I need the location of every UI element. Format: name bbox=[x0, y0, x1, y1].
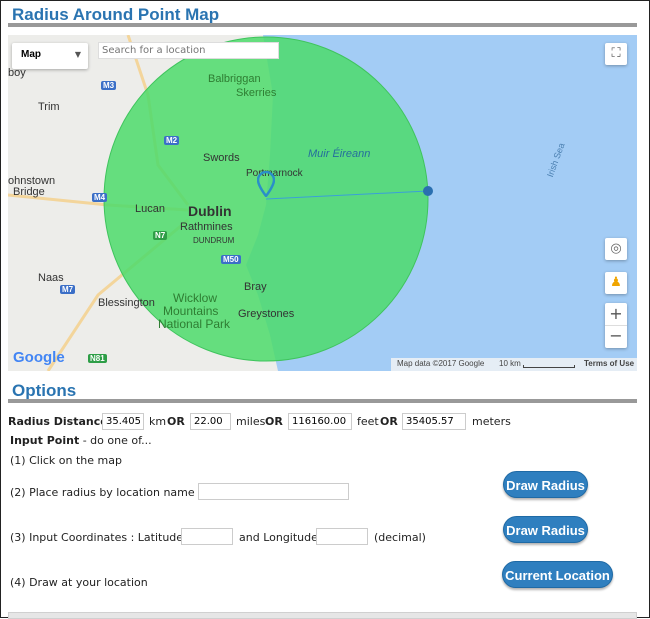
step3-text: (3) Input Coordinates : Latitude bbox=[10, 531, 184, 544]
map-label: Skerries bbox=[236, 87, 277, 99]
google-logo: Google bbox=[13, 349, 65, 366]
km-input[interactable] bbox=[102, 413, 144, 430]
longitude-input[interactable] bbox=[316, 528, 368, 545]
map-label: Lucan bbox=[135, 203, 165, 215]
map-label: Balbriggan bbox=[208, 73, 261, 85]
road-shield: M4 bbox=[92, 193, 108, 202]
or-label: OR bbox=[265, 415, 283, 428]
feet-label: feet bbox=[357, 415, 379, 428]
location-name-input[interactable] bbox=[198, 483, 349, 500]
map-label: Bridge bbox=[13, 186, 45, 198]
meters-input[interactable] bbox=[402, 413, 466, 430]
map-type-value: Map bbox=[21, 49, 41, 60]
or-label: OR bbox=[167, 415, 185, 428]
map-label: National Park bbox=[158, 317, 231, 331]
input-point-hint: - do one of... bbox=[79, 434, 152, 447]
map-search-input[interactable] bbox=[98, 42, 279, 59]
meters-label: meters bbox=[472, 415, 511, 428]
road-shield: M7 bbox=[60, 285, 76, 294]
draw-radius-by-name-button[interactable]: Draw Radius bbox=[503, 471, 588, 498]
road-shield: M3 bbox=[101, 81, 117, 90]
draw-radius-by-coordinates-button[interactable]: Draw Radius bbox=[503, 516, 588, 543]
input-point-heading: Input Point - do one of... bbox=[10, 434, 152, 447]
options-title: Options bbox=[12, 381, 77, 400]
input-point-label: Input Point bbox=[10, 434, 80, 447]
fullscreen-icon[interactable]: ⛶ bbox=[605, 43, 627, 65]
road-shield: M2 bbox=[164, 136, 180, 145]
map-label: Mountains bbox=[163, 304, 219, 318]
road-shield: N7 bbox=[153, 231, 168, 240]
map-label: Bray bbox=[244, 281, 267, 293]
map-footer: Map data ©2017 Google 10 km Terms of Use bbox=[391, 358, 637, 371]
map-type-select[interactable]: Map ▼ bbox=[12, 43, 88, 69]
terms-link[interactable]: Terms of Use bbox=[584, 359, 634, 368]
location-marker-icon[interactable] bbox=[257, 171, 275, 197]
map-label: Naas bbox=[38, 272, 64, 284]
and-longitude-label: and Longitude bbox=[239, 531, 318, 544]
map-label: Greystones bbox=[238, 308, 295, 320]
street-view-pegman-icon[interactable]: ♟ bbox=[605, 272, 627, 294]
map-attribution: Map data ©2017 Google bbox=[397, 359, 485, 368]
options-divider bbox=[8, 399, 637, 403]
page-title: Radius Around Point Map bbox=[12, 5, 220, 24]
map-label: Dublin bbox=[188, 203, 232, 219]
feet-input[interactable] bbox=[288, 413, 352, 430]
my-location-icon[interactable]: ◎ bbox=[605, 238, 627, 260]
zoom-control: + − bbox=[605, 303, 627, 348]
road-shield: M50 bbox=[221, 255, 241, 264]
map-label: Swords bbox=[203, 152, 240, 164]
latitude-input[interactable] bbox=[181, 528, 233, 545]
or-label: OR bbox=[380, 415, 398, 428]
step4-text: (4) Draw at your location bbox=[10, 576, 148, 589]
road-shield: N81 bbox=[88, 354, 107, 363]
map-scale: 10 km bbox=[499, 359, 521, 368]
zoom-out-icon[interactable]: − bbox=[605, 325, 627, 347]
decimal-label: (decimal) bbox=[374, 531, 426, 544]
step2-text: (2) Place radius by location name : bbox=[10, 486, 202, 499]
radius-handle[interactable] bbox=[423, 186, 433, 196]
map-label: Wicklow bbox=[173, 291, 217, 305]
step1-text: (1) Click on the map bbox=[10, 454, 122, 467]
map-label: Trim bbox=[38, 101, 60, 113]
scale-bar bbox=[523, 365, 575, 368]
title-divider bbox=[8, 23, 637, 27]
miles-label: miles bbox=[236, 415, 266, 428]
map-label: DUNDRUM bbox=[193, 236, 235, 245]
map-label: Blessington bbox=[98, 297, 155, 309]
map-label: Muir Éireann bbox=[308, 148, 371, 160]
miles-input[interactable] bbox=[190, 413, 231, 430]
km-label: km bbox=[149, 415, 167, 428]
map[interactable]: boy Trim Balbriggan Skerries Swords Port… bbox=[8, 35, 637, 371]
chevron-down-icon: ▼ bbox=[74, 50, 81, 59]
zoom-in-icon[interactable]: + bbox=[605, 303, 627, 325]
radius-distance-label: Radius Distance bbox=[8, 415, 108, 428]
current-location-button[interactable]: Current Location bbox=[502, 561, 613, 588]
map-label: Rathmines bbox=[180, 221, 233, 233]
